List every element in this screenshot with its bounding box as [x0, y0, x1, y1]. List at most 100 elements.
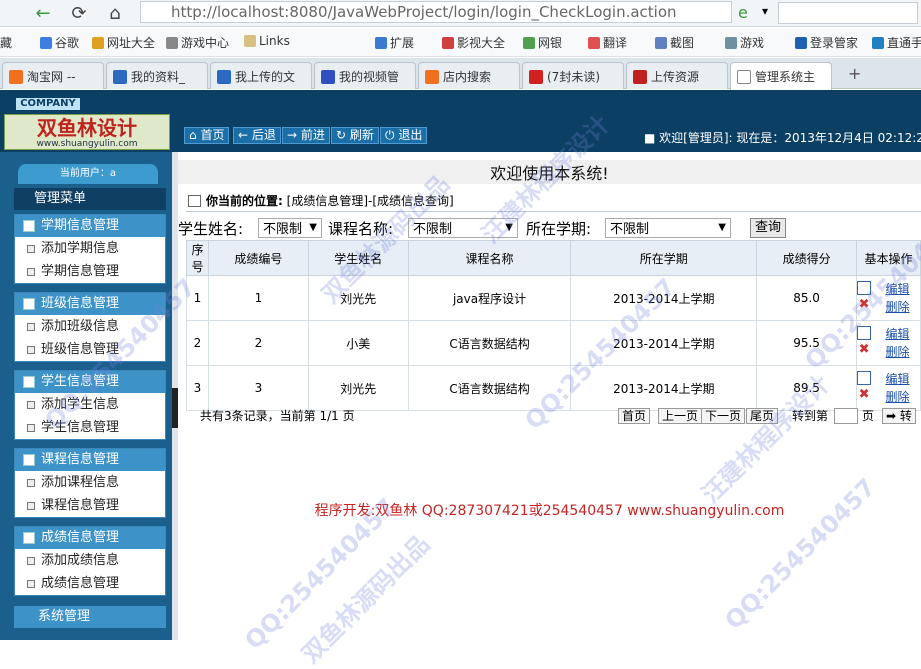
browser-toolbar: ← ⟳ ⌂ http://localhost:8080/JavaWebProje…	[0, 0, 921, 27]
bookmark-item[interactable]: 藏	[0, 34, 12, 51]
edit-link[interactable]: 编辑	[857, 370, 920, 388]
menu-item-manage-score[interactable]: 成绩信息管理	[15, 572, 165, 595]
bookmark-item[interactable]: 截图	[655, 34, 694, 51]
bookmark-item[interactable]: 谷歌	[40, 34, 79, 51]
folder-icon	[23, 454, 35, 466]
term-select[interactable]: 不限制 ▼	[605, 218, 731, 238]
bookmark-item[interactable]: 登录管家	[795, 34, 858, 51]
bookmark-item[interactable]: Links	[244, 34, 290, 48]
doc-icon	[27, 479, 35, 487]
doc-icon	[27, 268, 35, 276]
chevron-down-icon: ▼	[718, 222, 726, 233]
search-box[interactable]	[778, 2, 918, 24]
doc-icon	[27, 401, 35, 409]
doc-icon	[27, 502, 35, 510]
menu-group-system[interactable]: 系统管理	[14, 606, 166, 628]
folder-icon	[23, 220, 35, 232]
menu-group-title[interactable]: 课程信息管理	[15, 449, 165, 471]
breadcrumb: 你当前的位置: [成绩信息管理]-[成绩信息查询]	[186, 190, 921, 212]
column-header: 序号	[186, 240, 209, 276]
home-icon[interactable]: ⌂	[100, 0, 130, 26]
new-tab-icon[interactable]: +	[848, 64, 861, 83]
chevron-down-icon: ▼	[309, 222, 317, 233]
next-page-button[interactable]: 下一页	[701, 408, 746, 424]
menu-group-title[interactable]: 学期信息管理	[15, 215, 165, 237]
delete-link[interactable]: ✖ 删除	[857, 388, 920, 406]
bookmark-item[interactable]: 翻译	[588, 34, 627, 51]
browser-tab-bar: 淘宝网 -- 我的资料_ 我上传的文 我的视频管 店内搜索 (7封未读) 上传资…	[0, 58, 921, 90]
address-text: http://localhost:8080/JavaWebProject/log…	[171, 3, 677, 21]
last-page-button[interactable]: 尾页	[746, 408, 779, 424]
menu-item-manage-class[interactable]: 班级信息管理	[15, 338, 165, 361]
menu-item-add-student[interactable]: 添加学生信息	[15, 393, 165, 416]
browser-tab[interactable]: (7封未读)	[522, 62, 624, 89]
menu-item-add-course[interactable]: 添加课程信息	[15, 471, 165, 494]
logo: 双鱼林设计 www.shuangyulin.com	[4, 114, 170, 150]
table-icon	[188, 195, 201, 207]
bookmark-item[interactable]: 游戏中心	[166, 34, 229, 51]
bookmark-item[interactable]: 影视大全	[442, 34, 505, 51]
browser-tab[interactable]: 我的资料_	[106, 62, 208, 89]
logout-button[interactable]: ⏻ 退出	[380, 127, 428, 144]
delete-link[interactable]: ✖ 删除	[857, 298, 920, 316]
delete-icon: ✖	[858, 387, 870, 402]
edit-link[interactable]: 编辑	[857, 325, 920, 343]
record-summary: 共有3条记录，当前第 1/1 页	[200, 409, 355, 423]
first-page-button[interactable]: 首页	[618, 408, 651, 424]
delete-link[interactable]: ✖ 删除	[857, 343, 920, 361]
delete-icon: ✖	[858, 342, 870, 357]
app-header: COMPANY 双鱼林设计 www.shuangyulin.com ⌂ 首页 ←…	[0, 90, 921, 152]
edit-icon	[857, 326, 872, 340]
refresh-icon[interactable]: ⟳	[64, 0, 94, 26]
browser-tab[interactable]: 我上传的文	[210, 62, 312, 89]
home-button[interactable]: ⌂ 首页	[184, 127, 230, 144]
browser-tab[interactable]: 淘宝网 --	[2, 62, 104, 89]
dropdown-icon[interactable]: ▾	[762, 4, 768, 18]
menu-group-class: 班级信息管理 添加班级信息 班级信息管理	[14, 292, 166, 362]
bookmark-item[interactable]: 扩展	[375, 34, 414, 51]
browser-tab[interactable]: 我的视频管	[314, 62, 416, 89]
bookmark-item[interactable]: 游戏	[725, 34, 764, 51]
course-select[interactable]: 不限制 ▼	[408, 218, 518, 238]
browser-tab[interactable]: 店内搜索	[418, 62, 520, 89]
column-header: 成绩编号	[207, 240, 309, 276]
column-header: 学生姓名	[307, 240, 409, 276]
back-arrow-icon[interactable]: ←	[28, 0, 58, 26]
menu-item-add-score[interactable]: 添加成绩信息	[15, 549, 165, 572]
pager-bar: 共有3条记录，当前第 1/1 页 首页 上一页 下一页 尾页 转到第 页 ➡ 转	[186, 406, 921, 426]
query-button[interactable]: 查询	[750, 218, 786, 238]
page-suffix: 页	[862, 409, 875, 423]
back-button[interactable]: ← 后退	[233, 127, 281, 144]
address-bar[interactable]: http://localhost:8080/JavaWebProject/log…	[140, 1, 732, 23]
page-input[interactable]	[834, 408, 858, 424]
menu-group-title[interactable]: 学生信息管理	[15, 371, 165, 393]
goto-label: 转到第	[792, 409, 829, 423]
edit-link[interactable]: 编辑	[857, 280, 920, 298]
bookmark-item[interactable]: 网址大全	[92, 34, 155, 51]
menu-group-score: 成绩信息管理 添加成绩信息 成绩信息管理	[14, 526, 166, 596]
score-table: 序号 成绩编号 学生姓名 课程名称 所在学期 成绩得分 基本操作 1 1 刘光先…	[186, 240, 921, 411]
menu-item-add-class[interactable]: 添加班级信息	[15, 315, 165, 338]
refresh-button[interactable]: ↻ 刷新	[331, 127, 379, 144]
forward-button[interactable]: → 前进	[282, 127, 330, 144]
table-header: 序号 成绩编号 学生姓名 课程名称 所在学期 成绩得分 基本操作	[186, 240, 921, 276]
course-label: 课程名称:	[328, 220, 394, 238]
student-select[interactable]: 不限制 ▼	[258, 218, 322, 238]
table-row: 3 3 刘光先 C语言数据结构 2013-2014上学期 89.5 编辑 ✖ 删除	[186, 365, 921, 411]
prev-page-button[interactable]: 上一页	[658, 408, 703, 424]
browser-tab-active[interactable]: 管理系统主	[730, 62, 832, 90]
folder-icon	[23, 376, 35, 388]
menu-item-manage-term[interactable]: 学期信息管理	[15, 260, 165, 283]
menu-item-add-term[interactable]: 添加学期信息	[15, 237, 165, 260]
menu-item-manage-course[interactable]: 课程信息管理	[15, 494, 165, 517]
bookmark-item[interactable]: 直通手	[872, 34, 921, 51]
goto-button[interactable]: ➡ 转	[882, 408, 916, 424]
bookmarks-bar: 藏 谷歌 网址大全 游戏中心 Links 扩展 影视大全 网银 翻译 截图 游戏…	[0, 28, 921, 57]
menu-group-title[interactable]: 班级信息管理	[15, 293, 165, 315]
main-content: 欢迎使用本系统! 你当前的位置: [成绩信息管理]-[成绩信息查询] 学生姓名:…	[178, 152, 921, 640]
browser-tab[interactable]: 上传资源	[626, 62, 728, 89]
menu-group-title[interactable]: 成绩信息管理	[15, 527, 165, 549]
menu-item-manage-student[interactable]: 学生信息管理	[15, 416, 165, 439]
edit-icon	[857, 371, 872, 385]
bookmark-item[interactable]: 网银	[523, 34, 562, 51]
